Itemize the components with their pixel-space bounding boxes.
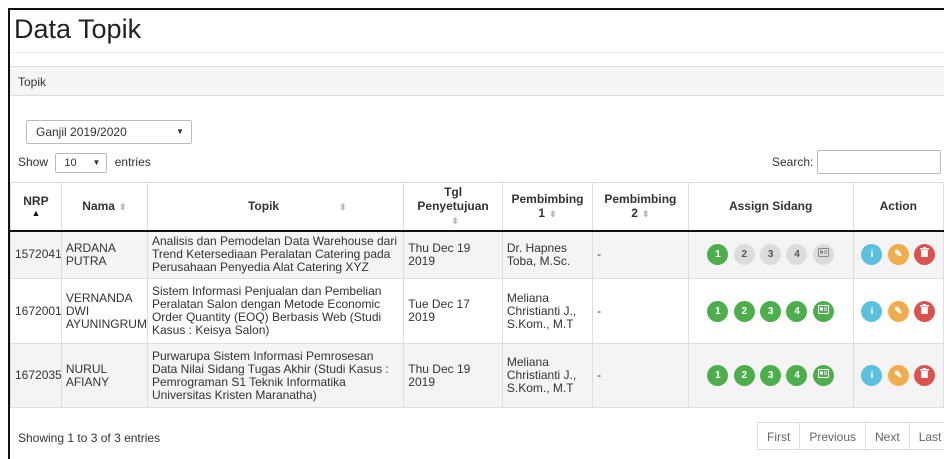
sidang-1-button[interactable]: 1: [707, 300, 729, 322]
sidang-3-button[interactable]: 3: [760, 365, 782, 386]
column-header-nrp[interactable]: NRP ▲: [10, 182, 62, 232]
cell-topik: Purwarupa Sistem Informasi Pemrosesan Da…: [146, 343, 405, 408]
trash-icon[interactable]: [914, 365, 936, 386]
column-header-label: Topik: [247, 198, 280, 213]
sort-icon: ⬍: [118, 201, 127, 212]
column-header-tgl-penyetujuan[interactable]: Tgl Penyetujuan ⬍: [403, 182, 503, 232]
pencil-icon[interactable]: ✎: [887, 244, 909, 266]
table-info: Showing 1 to 3 of 3 entries: [18, 431, 161, 445]
column-header-label: Assign Sidang: [728, 199, 813, 214]
show-entries: Show 10 ▼ entries: [18, 153, 151, 173]
column-header-label: Action: [879, 199, 917, 214]
sidang-2-button[interactable]: 2: [733, 244, 755, 266]
column-header-action: Action: [852, 182, 944, 232]
column-header-topik[interactable]: Topik ⬍: [146, 182, 405, 232]
column-header-label: Tgl Penyetujuan: [417, 184, 489, 213]
search-label: Search:: [772, 155, 814, 169]
table-row: 1572041 ARDANA PUTRA Analisis dan Pemode…: [10, 230, 944, 279]
pagination-first[interactable]: First: [757, 422, 801, 450]
cell-topik: Analisis dan Pemodelan Data Warehouse da…: [146, 230, 405, 279]
sidang-2-button[interactable]: 2: [733, 365, 755, 386]
cell-action: i ✎: [852, 278, 944, 344]
id-card-icon[interactable]: [812, 244, 834, 266]
cell-tgl-penyetujuan: Tue Dec 17 2019: [403, 278, 503, 344]
column-header-label: Pembimbing 1: [511, 191, 584, 220]
sidang-4-button[interactable]: 4: [786, 365, 808, 386]
column-header-pembimbing-2[interactable]: Pembimbing 2 ⬍: [592, 182, 689, 232]
table-header-row: NRP ▲ Nama ⬍ Topik ⬍ Tgl Penyetujuan ⬍ Pemb…: [10, 182, 944, 232]
cell-pembimbing-1: Meliana Christianti J., S.Kom., M.T: [501, 343, 594, 408]
pencil-icon[interactable]: ✎: [887, 365, 909, 386]
pagination: First Previous Next Last: [757, 422, 944, 450]
sidang-3-button[interactable]: 3: [760, 300, 782, 322]
pagination-last[interactable]: Last: [908, 422, 944, 450]
cell-action: i ✎: [852, 343, 944, 408]
cell-pembimbing-2: -: [592, 343, 689, 408]
cell-tgl-penyetujuan: Thu Dec 19 2019: [403, 343, 503, 408]
sidang-1-button[interactable]: 1: [707, 365, 729, 386]
column-header-nama[interactable]: Nama ⬍: [60, 182, 148, 232]
trash-icon[interactable]: [914, 300, 936, 322]
pagination-previous[interactable]: Previous: [799, 422, 867, 450]
cell-nrp: 1572041: [10, 230, 62, 279]
panel-heading: Topik: [10, 66, 944, 96]
cell-assign-sidang: 1 2 3 4: [687, 230, 854, 279]
sidang-3-button[interactable]: 3: [760, 244, 782, 266]
column-header-pembimbing-1[interactable]: Pembimbing 1 ⬍: [501, 182, 594, 232]
sidang-1-button[interactable]: 1: [707, 244, 729, 266]
cell-action: i ✎: [852, 230, 944, 279]
page-length-select[interactable]: 10 ▼: [55, 153, 108, 173]
column-header-label: Nama: [82, 198, 115, 213]
id-card-icon[interactable]: [812, 300, 834, 322]
table-row: 1672035 NURUL AFIANY Purwarupa Sistem In…: [10, 343, 944, 408]
column-header-label: NRP: [23, 194, 49, 209]
cell-pembimbing-1: Meliana Christianti J., S.Kom., M.T: [501, 278, 594, 344]
sort-icon: ⬍: [549, 208, 557, 219]
cell-nama: NURUL AFIANY: [60, 343, 148, 408]
sidang-4-button[interactable]: 4: [786, 300, 808, 322]
page-frame: Data Topik Topik Ganjil 2019/2020 ▼ Show…: [8, 8, 944, 459]
trash-icon[interactable]: [914, 244, 936, 266]
pencil-icon[interactable]: ✎: [887, 300, 909, 322]
table-row: 1672001 VERNANDA DWI AYUNINGRUM Sistem I…: [10, 278, 944, 344]
cell-pembimbing-1: Dr. Hapnes Toba, M.Sc.: [501, 230, 594, 279]
cell-nrp: 1672035: [10, 343, 62, 408]
pagination-next[interactable]: Next: [865, 422, 910, 450]
sidang-4-button[interactable]: 4: [786, 244, 808, 266]
column-header-label: Pembimbing 2: [604, 191, 677, 220]
show-label: Show: [18, 155, 49, 170]
cell-pembimbing-2: -: [592, 230, 689, 279]
sort-icon: ⬍: [339, 201, 347, 212]
sort-icon: ⬍: [641, 208, 650, 219]
info-icon[interactable]: i: [861, 244, 883, 266]
sidang-2-button[interactable]: 2: [733, 300, 755, 322]
sort-icon: ⬍: [451, 215, 459, 226]
cell-nama: ARDANA PUTRA: [60, 230, 148, 279]
cell-assign-sidang: 1 2 3 4: [687, 343, 854, 408]
info-icon[interactable]: i: [861, 300, 883, 322]
search-input[interactable]: [817, 150, 941, 174]
cell-pembimbing-2: -: [592, 278, 689, 344]
semester-select-value: Ganjil 2019/2020: [36, 125, 127, 139]
sort-ascending-icon: ▲: [31, 208, 41, 219]
semester-select[interactable]: Ganjil 2019/2020 ▼: [26, 120, 192, 144]
info-icon[interactable]: i: [861, 365, 883, 386]
id-card-icon[interactable]: [812, 365, 834, 386]
cell-topik: Sistem Informasi Penjualan dan Pembelian…: [146, 278, 405, 344]
title-divider: [10, 52, 944, 53]
chevron-down-icon: ▼: [176, 127, 184, 136]
chevron-down-icon: ▼: [92, 158, 101, 167]
topik-table: NRP ▲ Nama ⬍ Topik ⬍ Tgl Penyetujuan ⬍ Pemb…: [10, 182, 944, 408]
cell-nama: VERNANDA DWI AYUNINGRUM: [60, 278, 148, 344]
cell-nrp: 1672001: [10, 278, 62, 344]
cell-tgl-penyetujuan: Thu Dec 19 2019: [403, 230, 503, 279]
column-header-assign-sidang: Assign Sidang: [687, 182, 854, 232]
page-title: Data Topik: [14, 14, 142, 44]
entries-label: entries: [114, 155, 151, 170]
cell-assign-sidang: 1 2 3 4: [687, 278, 854, 344]
page-length-value: 10: [64, 157, 77, 169]
